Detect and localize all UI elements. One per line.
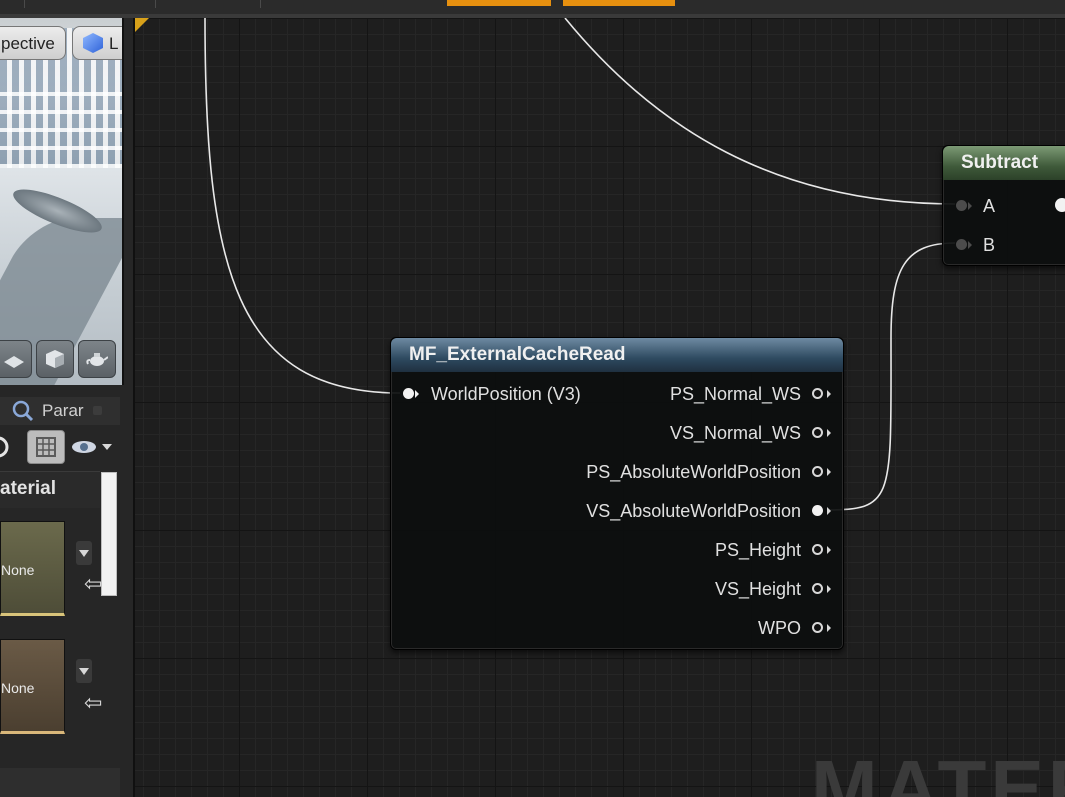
vs-height-output-pin[interactable] <box>812 583 823 594</box>
pin-arrow-icon <box>415 390 419 398</box>
output-pin-label: VS_Normal_WS <box>669 423 801 443</box>
pin-arrow-icon <box>827 390 831 398</box>
teapot-icon <box>86 353 108 366</box>
details-bottom-row <box>0 768 120 797</box>
toolbar-save-button[interactable] <box>563 0 675 6</box>
preview-cube-button[interactable] <box>36 340 74 378</box>
circle-toggle-icon <box>0 436 9 458</box>
details-scrollbar[interactable] <box>101 472 117 596</box>
vs-absoluteworldposition-output-pin[interactable] <box>812 505 823 516</box>
tab-close-icon[interactable] <box>93 406 102 415</box>
toolbar-apply-button[interactable] <box>447 0 551 6</box>
toolbar-separator <box>260 0 261 8</box>
toggle-button[interactable] <box>0 430 14 464</box>
lit-mode-label: L <box>109 34 119 53</box>
output-pin-label: PS_Normal_WS <box>669 384 801 404</box>
material-graph-canvas[interactable]: MATER MF_ExternalCacheRead WorldPosition… <box>133 18 1065 797</box>
eye-icon <box>72 441 112 453</box>
ps-absoluteworldposition-output-pin[interactable] <box>812 466 823 477</box>
top-toolbar <box>0 0 1065 18</box>
wpo-output-pin[interactable] <box>812 622 823 633</box>
grid-icon <box>36 437 56 457</box>
viewport-building-floors <box>0 78 122 168</box>
pin-arrow-icon <box>968 241 972 249</box>
material-section-header[interactable]: aterial <box>0 471 100 508</box>
texture-thumbnail-2-label: None <box>1 680 35 696</box>
worldposition-input-pin[interactable] <box>403 388 414 399</box>
ps-normal-ws-output-pin[interactable] <box>812 388 823 399</box>
texture-1-dropdown[interactable] <box>76 541 92 565</box>
subtract-node[interactable]: Subtract A B <box>942 145 1065 266</box>
perspective-label: pective <box>1 34 55 53</box>
material-section-title: aterial <box>0 478 56 499</box>
output-pin-label: VS_AbsoluteWorldPosition <box>586 501 801 521</box>
parameters-tab[interactable]: Parar <box>0 397 120 425</box>
pin-arrow-icon <box>827 624 831 632</box>
output-pin-label: WPO <box>758 618 801 638</box>
subtract-b-input-pin[interactable] <box>956 239 967 250</box>
preview-teapot-button[interactable] <box>78 340 116 378</box>
pin-arrow-icon <box>827 429 831 437</box>
texture-thumbnail-1[interactable]: None <box>0 521 65 616</box>
mf-externalcacheread-node[interactable]: MF_ExternalCacheRead WorldPosition (V3) … <box>390 337 844 650</box>
cube-shape-icon <box>46 350 64 368</box>
subtract-a-input-pin[interactable] <box>956 200 967 211</box>
texture-thumbnail-1-label: None <box>1 562 35 578</box>
subtract-node-title: Subtract <box>943 146 1065 180</box>
ps-height-output-pin[interactable] <box>812 544 823 555</box>
pin-arrow-icon <box>968 202 972 210</box>
perspective-button[interactable]: pective <box>0 26 66 60</box>
visibility-dropdown[interactable] <box>70 430 118 464</box>
vs-normal-ws-output-pin[interactable] <box>812 427 823 438</box>
parameters-tab-label: Parar <box>42 401 84 420</box>
search-icon <box>12 400 34 422</box>
details-toolbar <box>0 430 122 468</box>
subtract-node-title-text: Subtract <box>961 152 1039 173</box>
pin-arrow-icon <box>827 546 831 554</box>
lit-mode-button[interactable]: L <box>72 26 122 60</box>
texture-1-use-selected-icon[interactable]: ⇦ <box>84 573 102 595</box>
texture-2-use-selected-icon[interactable]: ⇦ <box>84 692 102 714</box>
preview-plane-button[interactable] <box>0 340 32 378</box>
left-panel: pective L Parar aterial None ⇦ None ⇦ <box>0 18 133 797</box>
cube-icon <box>83 33 103 53</box>
wire-subtract-b <box>826 242 956 511</box>
output-pin-label: VS_Height <box>714 579 801 599</box>
toolbar-separator <box>155 0 156 8</box>
pin-arrow-icon <box>827 507 831 515</box>
wire-subtract-a <box>564 18 956 205</box>
mf-node-title: MF_ExternalCacheRead <box>391 338 843 372</box>
grid-view-button[interactable] <box>27 430 65 464</box>
toolbar-separator <box>24 0 25 8</box>
output-pin-label: PS_Height <box>714 540 801 560</box>
worldposition-input-label: WorldPosition (V3) <box>431 384 581 404</box>
subtract-a-label: A <box>983 196 996 216</box>
plane-icon <box>4 356 24 368</box>
pin-arrow-icon <box>827 468 831 476</box>
texture-2-dropdown[interactable] <box>76 659 92 683</box>
texture-thumbnail-2[interactable]: None <box>0 639 65 734</box>
subtract-output-pin[interactable] <box>1055 198 1065 212</box>
output-pin-label: PS_AbsoluteWorldPosition <box>586 462 801 482</box>
preview-viewport[interactable]: pective L <box>0 18 124 385</box>
subtract-b-label: B <box>983 235 996 255</box>
wire-worldposition <box>204 18 401 394</box>
pin-arrow-icon <box>827 585 831 593</box>
